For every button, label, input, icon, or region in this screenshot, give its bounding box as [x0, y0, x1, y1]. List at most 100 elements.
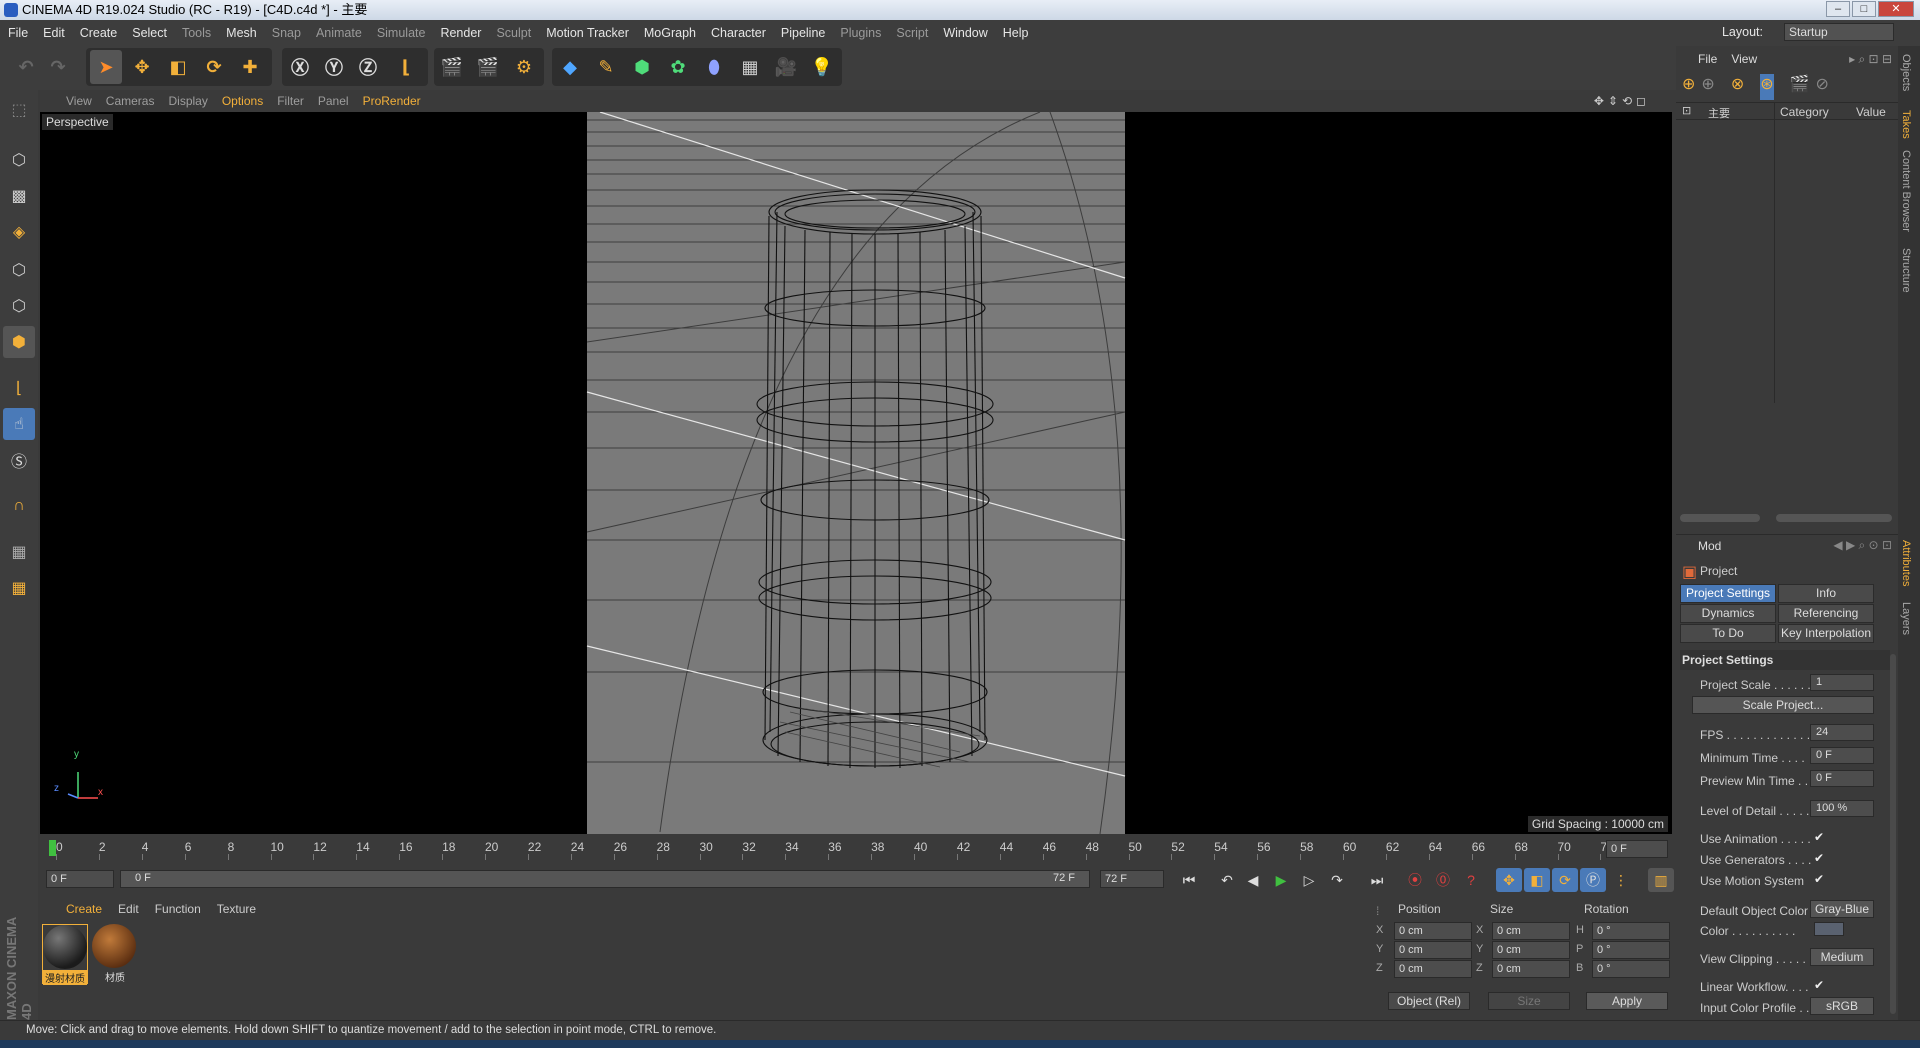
menu-mograph[interactable]: MoGraph — [644, 26, 696, 40]
coord-size-mode-select[interactable]: Size — [1488, 992, 1570, 1010]
lock-workplane-icon[interactable]: ▦ — [3, 536, 35, 568]
obj-menu-view[interactable]: View — [1731, 52, 1757, 66]
attr-mode-menu[interactable]: Mod — [1698, 539, 1721, 553]
make-editable-icon[interactable]: ⬚ — [3, 94, 35, 126]
play-icon[interactable]: ▶ — [1268, 868, 1294, 892]
close-button[interactable]: ✕ — [1878, 1, 1914, 17]
timeline-window-icon[interactable]: ▥ — [1648, 868, 1674, 892]
next-key-icon[interactable]: ↷ — [1324, 868, 1350, 892]
current-frame-field[interactable]: 0 F — [1606, 840, 1668, 858]
solo-icon[interactable]: Ⓢ — [3, 444, 35, 476]
menu-file[interactable]: File — [8, 26, 28, 40]
range-slider[interactable]: 0 F 72 F — [120, 870, 1090, 888]
obj-menu-file[interactable]: File — [1698, 52, 1717, 66]
coord-value-field[interactable]: 0 cm — [1492, 960, 1570, 978]
prop-linear-workflow-check[interactable]: ✔ — [1814, 978, 1824, 992]
key-parameter-icon[interactable]: Ⓟ — [1580, 868, 1606, 892]
polygons-mode-icon[interactable]: ⬢ — [3, 326, 35, 358]
menu-simulate[interactable]: Simulate — [377, 26, 426, 40]
prev-frame-icon[interactable]: ◀ — [1240, 868, 1266, 892]
tweak-mode-icon[interactable]: ☝ — [3, 408, 35, 440]
side-tab-structure[interactable]: Structure — [1900, 248, 1912, 293]
lock-take-icon[interactable]: ⊘ — [1816, 74, 1829, 100]
cube-icon[interactable]: ◆ — [554, 50, 586, 84]
prop-use-animation-check[interactable]: ✔ — [1814, 830, 1824, 844]
prop-preview-min-value[interactable]: 0 F — [1810, 770, 1874, 787]
tab-info[interactable]: Info — [1778, 584, 1874, 603]
playhead[interactable] — [49, 840, 56, 856]
scale-project-button[interactable]: Scale Project... — [1692, 696, 1874, 714]
values-scrollbar[interactable] — [1776, 514, 1892, 522]
texture-mode-icon[interactable]: ▩ — [3, 180, 35, 212]
menu-create[interactable]: Create — [80, 26, 118, 40]
side-tab-layers[interactable]: Layers — [1900, 602, 1912, 635]
side-tab-objects[interactable]: Objects — [1900, 54, 1912, 91]
planar-workplane-icon[interactable]: ▦ — [3, 572, 35, 604]
menu-mesh[interactable]: Mesh — [226, 26, 257, 40]
coordinate-system-icon[interactable]: ⌊ — [390, 50, 422, 84]
menu-tools[interactable]: Tools — [182, 26, 211, 40]
goto-end-icon[interactable]: ⏭ — [1364, 868, 1390, 892]
menu-help[interactable]: Help — [1003, 26, 1029, 40]
render-picture-viewer-icon[interactable]: 🎬 — [472, 50, 504, 84]
vp-menu-cameras[interactable]: Cameras — [106, 94, 155, 108]
vp-menu-panel[interactable]: Panel — [318, 94, 349, 108]
select-cursor-icon[interactable]: ➤ — [90, 50, 122, 84]
y-axis-icon[interactable]: Ⓨ — [318, 50, 350, 84]
menu-snap[interactable]: Snap — [272, 26, 301, 40]
menu-plugins[interactable]: Plugins — [840, 26, 881, 40]
next-frame-icon[interactable]: ▷ — [1296, 868, 1322, 892]
take-root[interactable]: 主要 — [1708, 105, 1730, 121]
vp-menu-filter[interactable]: Filter — [277, 94, 304, 108]
menu-render[interactable]: Render — [440, 26, 481, 40]
coord-value-field[interactable]: 0 ° — [1592, 960, 1670, 978]
menu-window[interactable]: Window — [943, 26, 987, 40]
attributes-scrollbar[interactable] — [1890, 654, 1896, 1014]
camera-icon[interactable]: 🎥 — [770, 50, 802, 84]
vp-menu-options[interactable]: Options — [222, 94, 263, 108]
vp-menu-prorender[interactable]: ProRender — [363, 94, 421, 108]
points-mode-icon[interactable]: ⬡ — [3, 254, 35, 286]
clone-take-icon[interactable]: ⊕ — [1701, 74, 1714, 100]
menu-edit[interactable]: Edit — [43, 26, 65, 40]
render-take-icon[interactable]: 🎬 — [1790, 74, 1810, 100]
mograph-cloner-icon[interactable]: ✿ — [662, 50, 694, 84]
tab-key-interpolation[interactable]: Key Interpolation — [1778, 624, 1874, 643]
live-transform-icon[interactable]: ✚ — [234, 50, 266, 84]
vp-menu-view[interactable]: View — [66, 94, 92, 108]
menu-character[interactable]: Character — [711, 26, 766, 40]
render-settings-icon[interactable]: ⚙ — [508, 50, 540, 84]
viewport-perspective[interactable]: Perspective Grid Spacing : 10000 cm y x … — [40, 112, 1672, 834]
prop-default-color-select[interactable]: Gray-Blue — [1810, 900, 1874, 918]
end-frame-field[interactable]: 72 F — [1100, 870, 1164, 888]
key-scale-icon[interactable]: ◧ — [1524, 868, 1550, 892]
pen-spline-icon[interactable]: ✎ — [590, 50, 622, 84]
menu-animate[interactable]: Animate — [316, 26, 362, 40]
workplane-mode-icon[interactable]: ◈ — [3, 216, 35, 248]
side-tab-takes[interactable]: Takes — [1900, 110, 1912, 139]
mat-menu-edit[interactable]: Edit — [118, 902, 139, 916]
side-tab-attributes[interactable]: Attributes — [1900, 540, 1912, 586]
minimize-button[interactable]: – — [1826, 1, 1850, 17]
override-icon[interactable]: ⊗ — [1731, 74, 1744, 100]
coord-apply-button[interactable]: Apply — [1586, 992, 1668, 1010]
viewport-nav-icons[interactable]: ✥⇕⟲◻ — [1594, 94, 1650, 108]
coord-value-field[interactable]: 0 cm — [1394, 941, 1472, 959]
autokey-icon[interactable]: ⓪ — [1430, 868, 1456, 892]
material-item[interactable]: 漫射材质 — [42, 924, 88, 985]
coord-value-field[interactable]: 0 ° — [1592, 941, 1670, 959]
coord-value-field[interactable]: 0 cm — [1394, 960, 1472, 978]
prop-input-color-select[interactable]: sRGB — [1810, 997, 1874, 1015]
x-axis-icon[interactable]: Ⓧ — [284, 50, 316, 84]
vp-menu-display[interactable]: Display — [168, 94, 207, 108]
coord-value-field[interactable]: 0 cm — [1492, 922, 1570, 940]
coord-value-field[interactable]: 0 cm — [1394, 922, 1472, 940]
mat-menu-function[interactable]: Function — [155, 902, 201, 916]
menu-motion-tracker[interactable]: Motion Tracker — [546, 26, 629, 40]
material-item[interactable]: 材质 — [92, 924, 138, 984]
prop-lod-value[interactable]: 100 % — [1810, 800, 1874, 817]
tab-dynamics[interactable]: Dynamics — [1680, 604, 1776, 623]
scale-icon[interactable]: ◧ — [162, 50, 194, 84]
tab-project-settings[interactable]: Project Settings — [1680, 584, 1776, 603]
snap-magnet-icon[interactable]: ∩ — [3, 490, 35, 522]
